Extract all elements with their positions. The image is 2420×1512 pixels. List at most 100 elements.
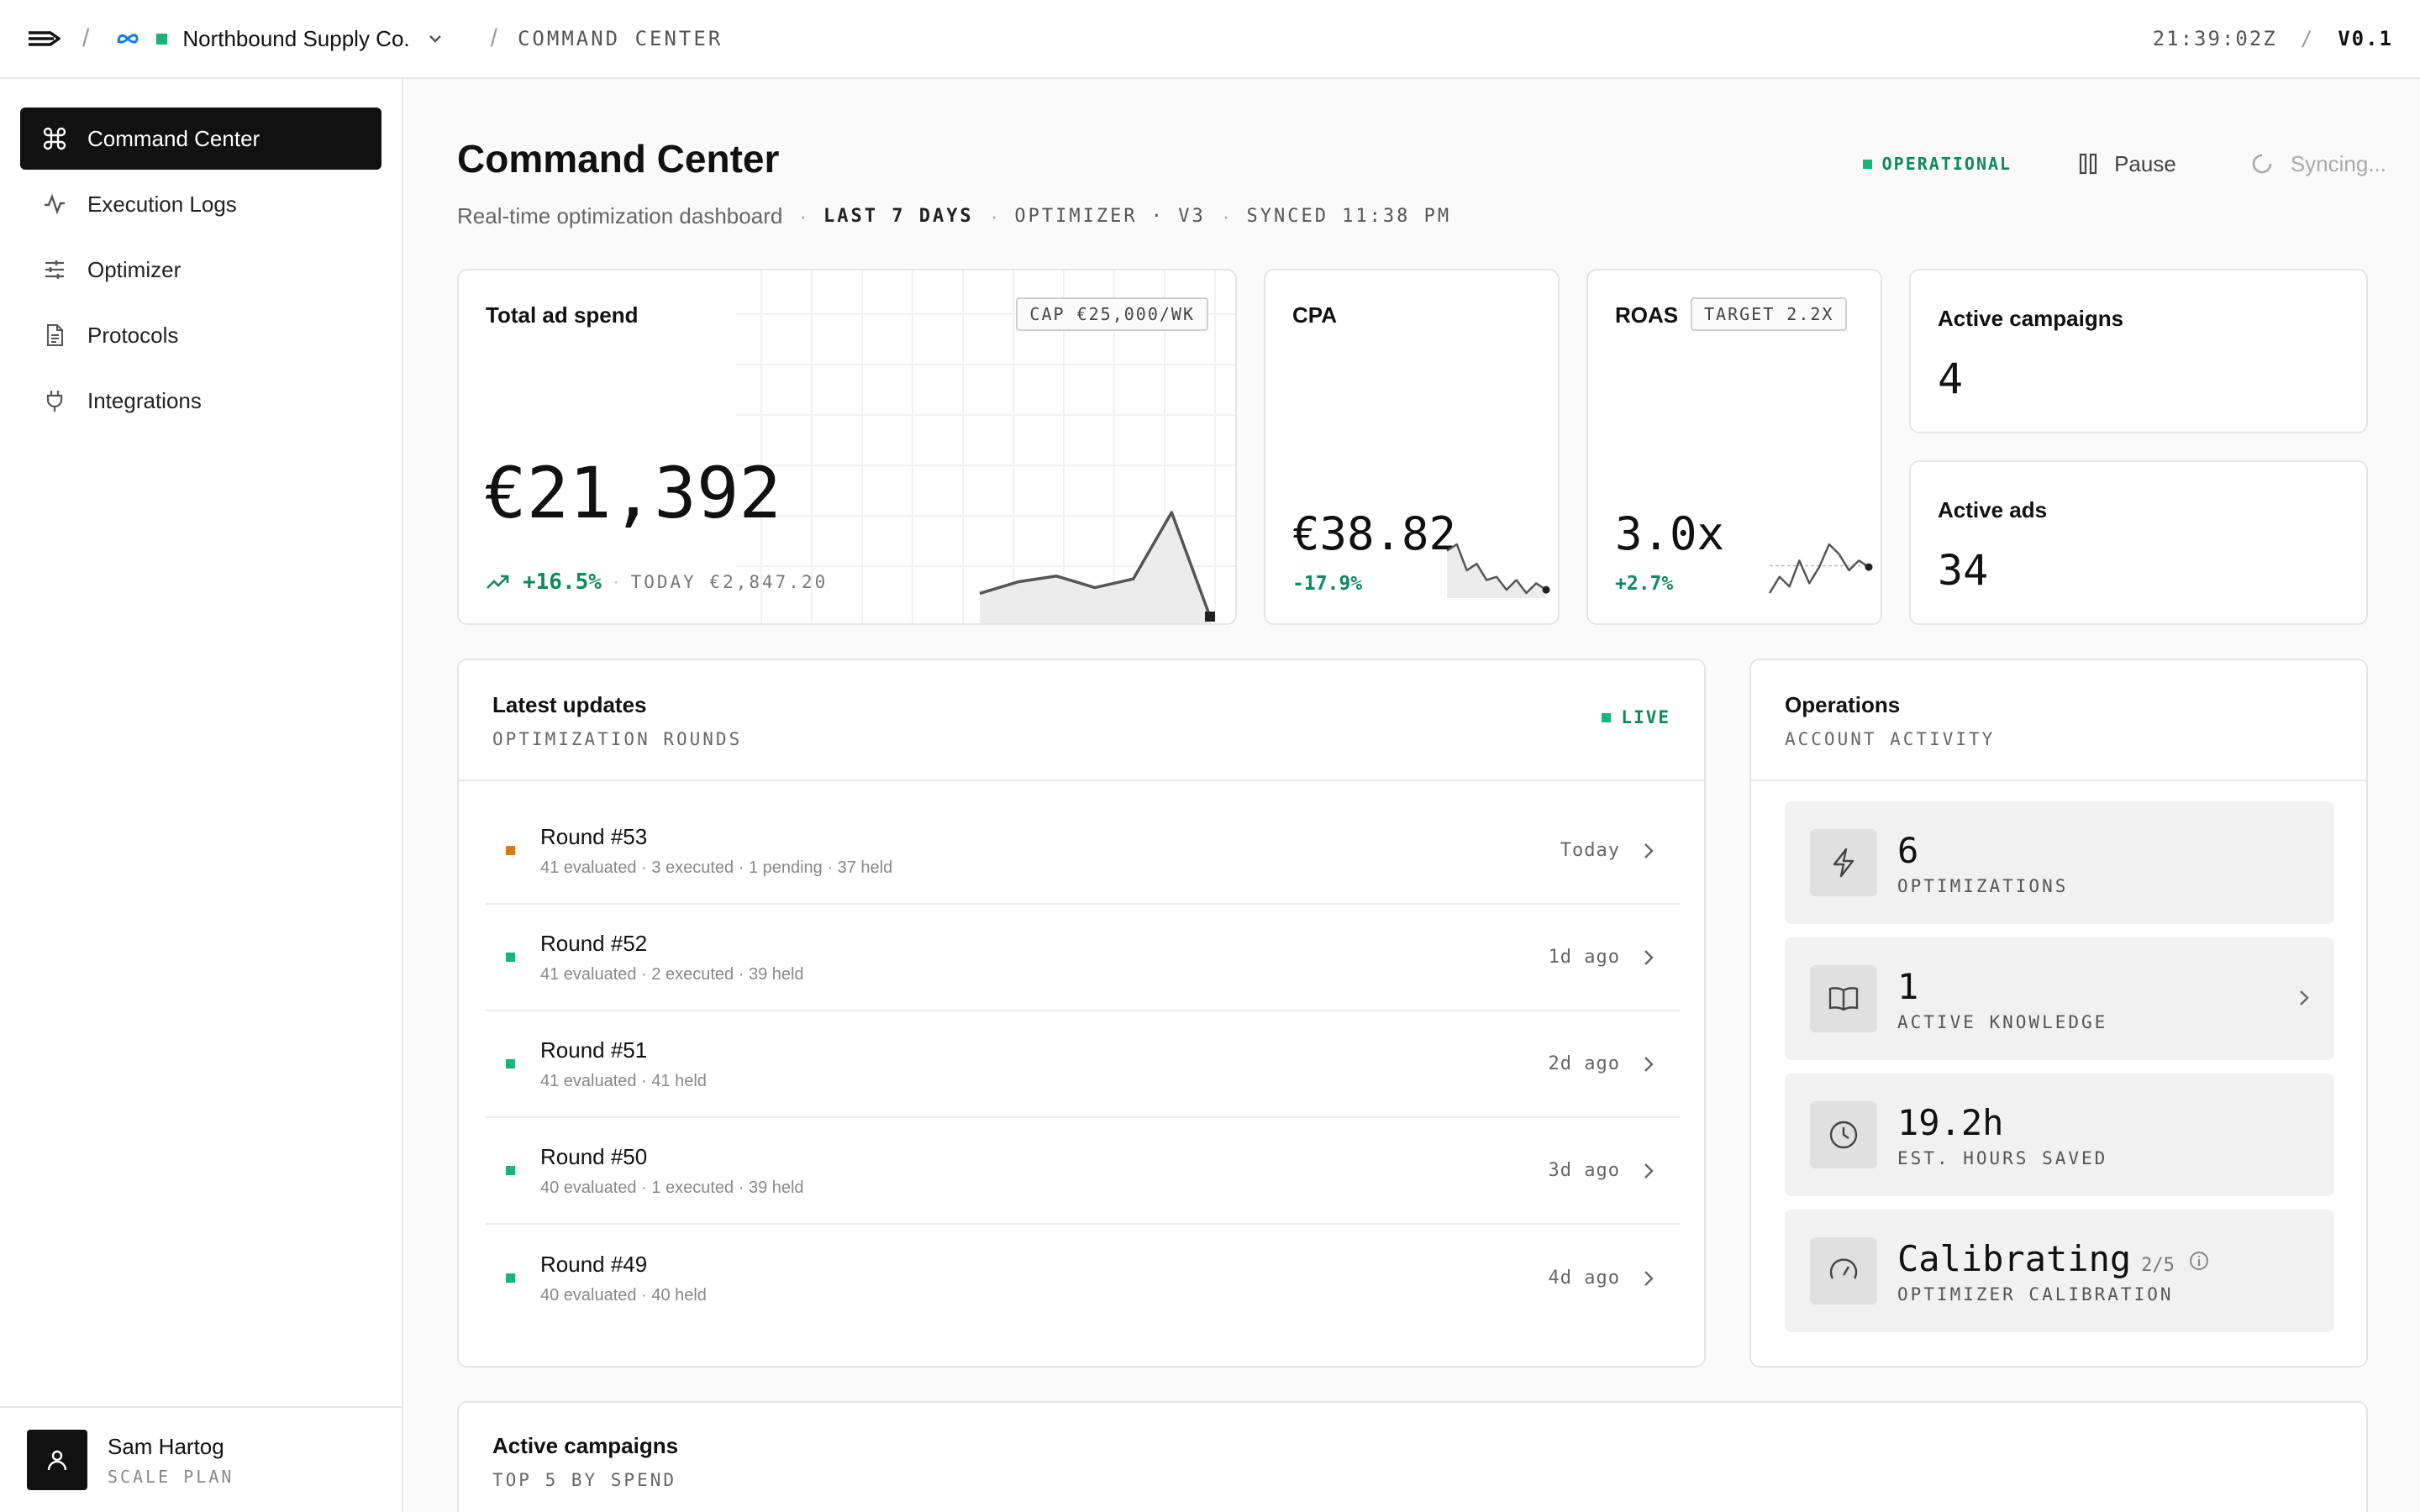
- op-value: Calibrating 2/5: [1897, 1238, 2210, 1279]
- round-time: 4d ago: [1548, 1268, 1620, 1289]
- chevron-right-icon: [1644, 843, 1660, 859]
- round-detail: 40 evaluated · 40 held: [540, 1285, 707, 1305]
- operations-list: 6 OPTIMIZATIONS 1 ACTIVE KNOWLEDGE 19.2h…: [1785, 801, 2334, 1346]
- breadcrumb-current: COMMAND CENTER: [517, 27, 723, 50]
- date-range-label[interactable]: LAST 7 DAYS: [823, 206, 974, 227]
- today-spend: TODAY €2,847.20: [630, 572, 829, 592]
- clock-readout: 21:39:02Z: [2152, 27, 2277, 50]
- round-detail: 41 evaluated · 2 executed · 39 held: [540, 964, 804, 984]
- subtitle-text: Real-time optimization dashboard: [457, 203, 783, 228]
- round-detail: 41 evaluated · 3 executed · 1 pending · …: [540, 858, 893, 877]
- sidebar-item-optimizer[interactable]: Optimizer: [20, 239, 381, 301]
- op-label: ACTIVE KNOWLEDGE: [1897, 1011, 2108, 1032]
- kpi-roas: ROAS TARGET 2.2X 3.0x +2.7%: [1586, 269, 1882, 625]
- sidebar-item-command-center[interactable]: Command Center: [20, 108, 381, 170]
- account-status-dot: [156, 33, 168, 45]
- calibration-fraction: 2/5: [2141, 1254, 2175, 1276]
- round-name: Round #52: [540, 930, 648, 956]
- list-item[interactable]: Round #51 41 evaluated · 41 held 2d ago: [486, 1011, 1681, 1118]
- plug-icon: [42, 388, 67, 413]
- version-label: V0.1: [2338, 27, 2393, 50]
- sidebar: Command Center Execution Logs Optimizer …: [0, 79, 403, 1512]
- status-marker: [506, 1273, 515, 1283]
- round-name: Round #50: [540, 1143, 648, 1169]
- spend-sparkline: [979, 511, 1215, 623]
- op-active-knowledge[interactable]: 1 ACTIVE KNOWLEDGE: [1785, 937, 2334, 1060]
- info-icon[interactable]: [2188, 1250, 2210, 1272]
- kpi-title: Active campaigns: [1938, 306, 2124, 331]
- status-label: OPERATIONAL: [1881, 154, 2012, 174]
- account-switcher[interactable]: Northbound Supply Co.: [182, 26, 409, 52]
- topbar-status: 21:39:02Z / V0.1: [2153, 27, 2393, 50]
- status-marker: [506, 1059, 515, 1068]
- panel-subtitle: OPTIMIZATION ROUNDS: [492, 729, 743, 749]
- round-detail: 41 evaluated · 41 held: [540, 1071, 707, 1090]
- top-bar: / Northbound Supply Co. / COMMAND CENTER…: [0, 0, 2420, 79]
- meta-logo-icon: [116, 29, 141, 49]
- round-detail: 40 evaluated · 1 executed · 39 held: [540, 1178, 804, 1197]
- sync-time: SYNCED 11:38 PM: [1246, 206, 1452, 227]
- panel-header: Operations ACCOUNT ACTIVITY: [1751, 660, 2366, 781]
- cpa-sparkline: [1446, 543, 1550, 598]
- breadcrumb-separator: /: [82, 24, 90, 52]
- panel-title: Operations: [1785, 692, 1901, 717]
- sparkline-endpoint: [1205, 612, 1215, 622]
- operations-panel: Operations ACCOUNT ACTIVITY 6 OPTIMIZATI…: [1749, 659, 2368, 1368]
- op-value: 6: [1897, 829, 1919, 871]
- user-icon: [47, 1450, 67, 1471]
- chevron-right-icon: [1644, 1056, 1660, 1073]
- list-item[interactable]: Round #49 40 evaluated · 40 held 4d ago: [486, 1225, 1681, 1331]
- kpi-title: CPA: [1292, 302, 1337, 328]
- roas-target-chip: TARGET 2.2X: [1691, 297, 1848, 331]
- sync-label: Syncing...: [2290, 150, 2386, 176]
- trend-up-icon: [486, 574, 511, 591]
- book-icon: [1810, 965, 1877, 1032]
- user-plan: SCALE PLAN: [108, 1466, 234, 1487]
- round-time: Today: [1560, 840, 1620, 861]
- user-name: Sam Hartog: [108, 1433, 224, 1459]
- panel-subtitle: TOP 5 BY SPEND: [492, 1470, 677, 1490]
- user-menu[interactable]: Sam Hartog SCALE PLAN: [0, 1406, 402, 1512]
- kpi-delta: +16.5%: [523, 570, 602, 595]
- page-title: Command Center: [457, 137, 780, 181]
- live-badge: LIVE: [1602, 707, 1670, 727]
- op-label: OPTIMIZER CALIBRATION: [1897, 1284, 2174, 1305]
- sync-button[interactable]: Syncing...: [2250, 151, 2386, 177]
- op-label: OPTIMIZATIONS: [1897, 875, 2069, 896]
- app-logo-icon[interactable]: [27, 22, 60, 55]
- list-item[interactable]: Round #53 41 evaluated · 3 executed · 1 …: [486, 798, 1681, 905]
- sparkline-endpoint: [1542, 585, 1550, 594]
- list-item[interactable]: Round #50 40 evaluated · 1 executed · 39…: [486, 1118, 1681, 1225]
- main-content: Command Center Real-time optimization da…: [405, 79, 2420, 1512]
- rounds-list: Round #53 41 evaluated · 3 executed · 1 …: [486, 798, 1681, 1331]
- op-hours-saved: 19.2h EST. HOURS SAVED: [1785, 1074, 2334, 1196]
- status-marker: [506, 953, 515, 962]
- round-name: Round #49: [540, 1251, 648, 1277]
- pause-button[interactable]: Pause: [2079, 151, 2176, 177]
- sidebar-item-label: Protocols: [87, 322, 179, 348]
- list-item[interactable]: Round #52 41 evaluated · 2 executed · 39…: [486, 905, 1681, 1011]
- activity-icon: [42, 192, 67, 217]
- sidebar-item-integrations[interactable]: Integrations: [20, 370, 381, 432]
- separator: /: [2300, 27, 2315, 50]
- page-subtitle: Real-time optimization dashboard · LAST …: [457, 203, 1452, 228]
- pause-icon: [2079, 153, 2097, 175]
- chevron-right-icon: [1644, 1270, 1660, 1287]
- roas-sparkline: [1768, 543, 1873, 594]
- chevron-right-icon: [1644, 1163, 1660, 1179]
- panel-subtitle: ACCOUNT ACTIVITY: [1785, 729, 1996, 749]
- round-name: Round #53: [540, 823, 648, 849]
- calibration-status: Calibrating: [1897, 1237, 2132, 1279]
- sidebar-item-execution-logs[interactable]: Execution Logs: [20, 173, 381, 235]
- round-name: Round #51: [540, 1037, 648, 1063]
- panel-title: Latest updates: [492, 692, 647, 717]
- kpi-value: €21,392: [484, 452, 782, 534]
- sidebar-item-protocols[interactable]: Protocols: [20, 304, 381, 366]
- command-icon: [42, 126, 67, 151]
- chevron-right-icon: [1644, 949, 1660, 966]
- kpi-active-ads[interactable]: Active ads 34: [1909, 460, 2368, 625]
- kpi-active-campaigns[interactable]: Active campaigns 4: [1909, 269, 2368, 433]
- kpi-value: 34: [1938, 546, 1989, 595]
- avatar: [27, 1430, 87, 1490]
- chevron-down-icon[interactable]: [429, 30, 445, 47]
